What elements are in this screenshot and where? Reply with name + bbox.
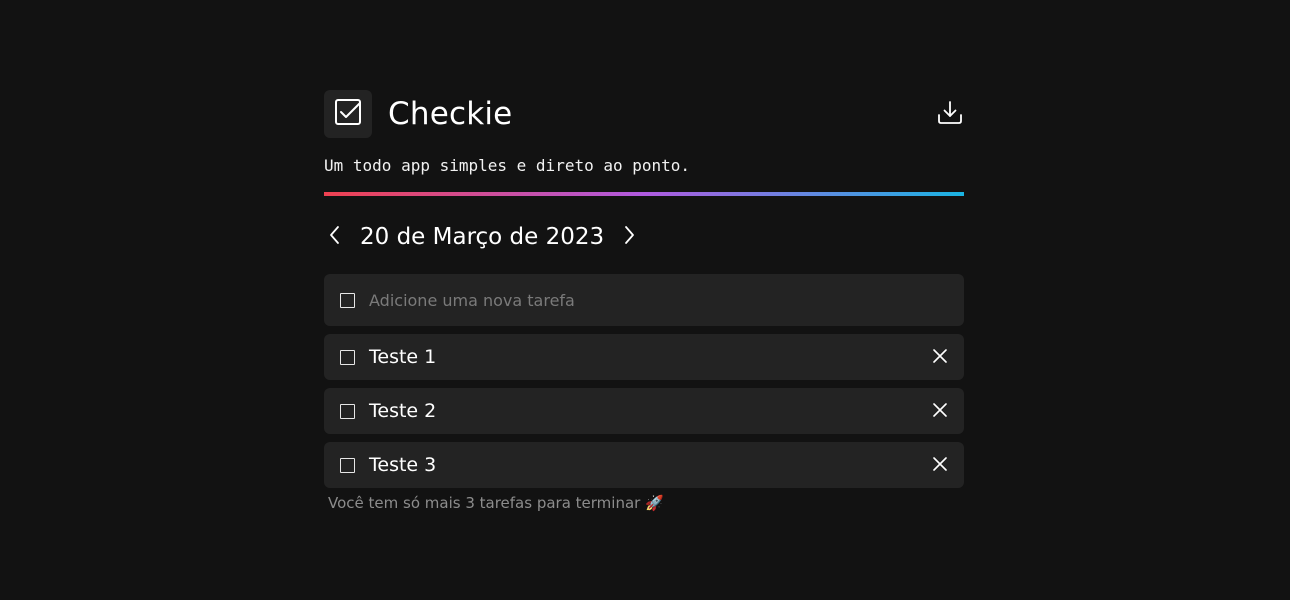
download-button[interactable] bbox=[936, 100, 964, 128]
date-navigation: 20 de Março de 2023 bbox=[324, 222, 964, 252]
app-container: Checkie Um todo app simples e direto ao … bbox=[324, 90, 964, 512]
download-icon bbox=[937, 99, 963, 129]
task-label: Teste 3 bbox=[369, 454, 437, 476]
app-logo bbox=[324, 90, 372, 138]
task-label: Teste 2 bbox=[369, 400, 437, 422]
task-label: Teste 1 bbox=[369, 346, 437, 368]
checkbox-checked-icon bbox=[334, 98, 362, 130]
task-item: Teste 1 bbox=[324, 334, 964, 380]
delete-task-button[interactable] bbox=[932, 402, 948, 421]
task-item: Teste 2 bbox=[324, 388, 964, 434]
next-day-button[interactable] bbox=[618, 226, 640, 248]
delete-task-button[interactable] bbox=[932, 348, 948, 367]
current-date: 20 de Março de 2023 bbox=[360, 224, 605, 250]
previous-day-button[interactable] bbox=[324, 226, 346, 248]
task-list: Teste 1 Teste 2 Teste 3 bbox=[324, 334, 964, 488]
chevron-right-icon bbox=[622, 225, 636, 249]
task-item: Teste 3 bbox=[324, 442, 964, 488]
close-icon bbox=[933, 402, 947, 421]
task-checkbox[interactable] bbox=[340, 403, 355, 419]
close-icon bbox=[933, 456, 947, 475]
gradient-divider bbox=[324, 192, 964, 196]
delete-task-button[interactable] bbox=[932, 456, 948, 475]
app-tagline: Um todo app simples e direto ao ponto. bbox=[324, 156, 691, 175]
chevron-left-icon bbox=[328, 225, 342, 249]
task-checkbox[interactable] bbox=[340, 349, 355, 365]
close-icon bbox=[933, 348, 947, 367]
new-task-checkbox[interactable] bbox=[340, 292, 355, 308]
task-checkbox[interactable] bbox=[340, 457, 355, 473]
app-header: Checkie bbox=[324, 90, 964, 138]
new-task-input[interactable] bbox=[369, 290, 929, 310]
app-title: Checkie bbox=[388, 96, 513, 132]
remaining-tasks-text: Você tem só mais 3 tarefas para terminar… bbox=[328, 494, 664, 512]
new-task-row bbox=[324, 274, 964, 326]
